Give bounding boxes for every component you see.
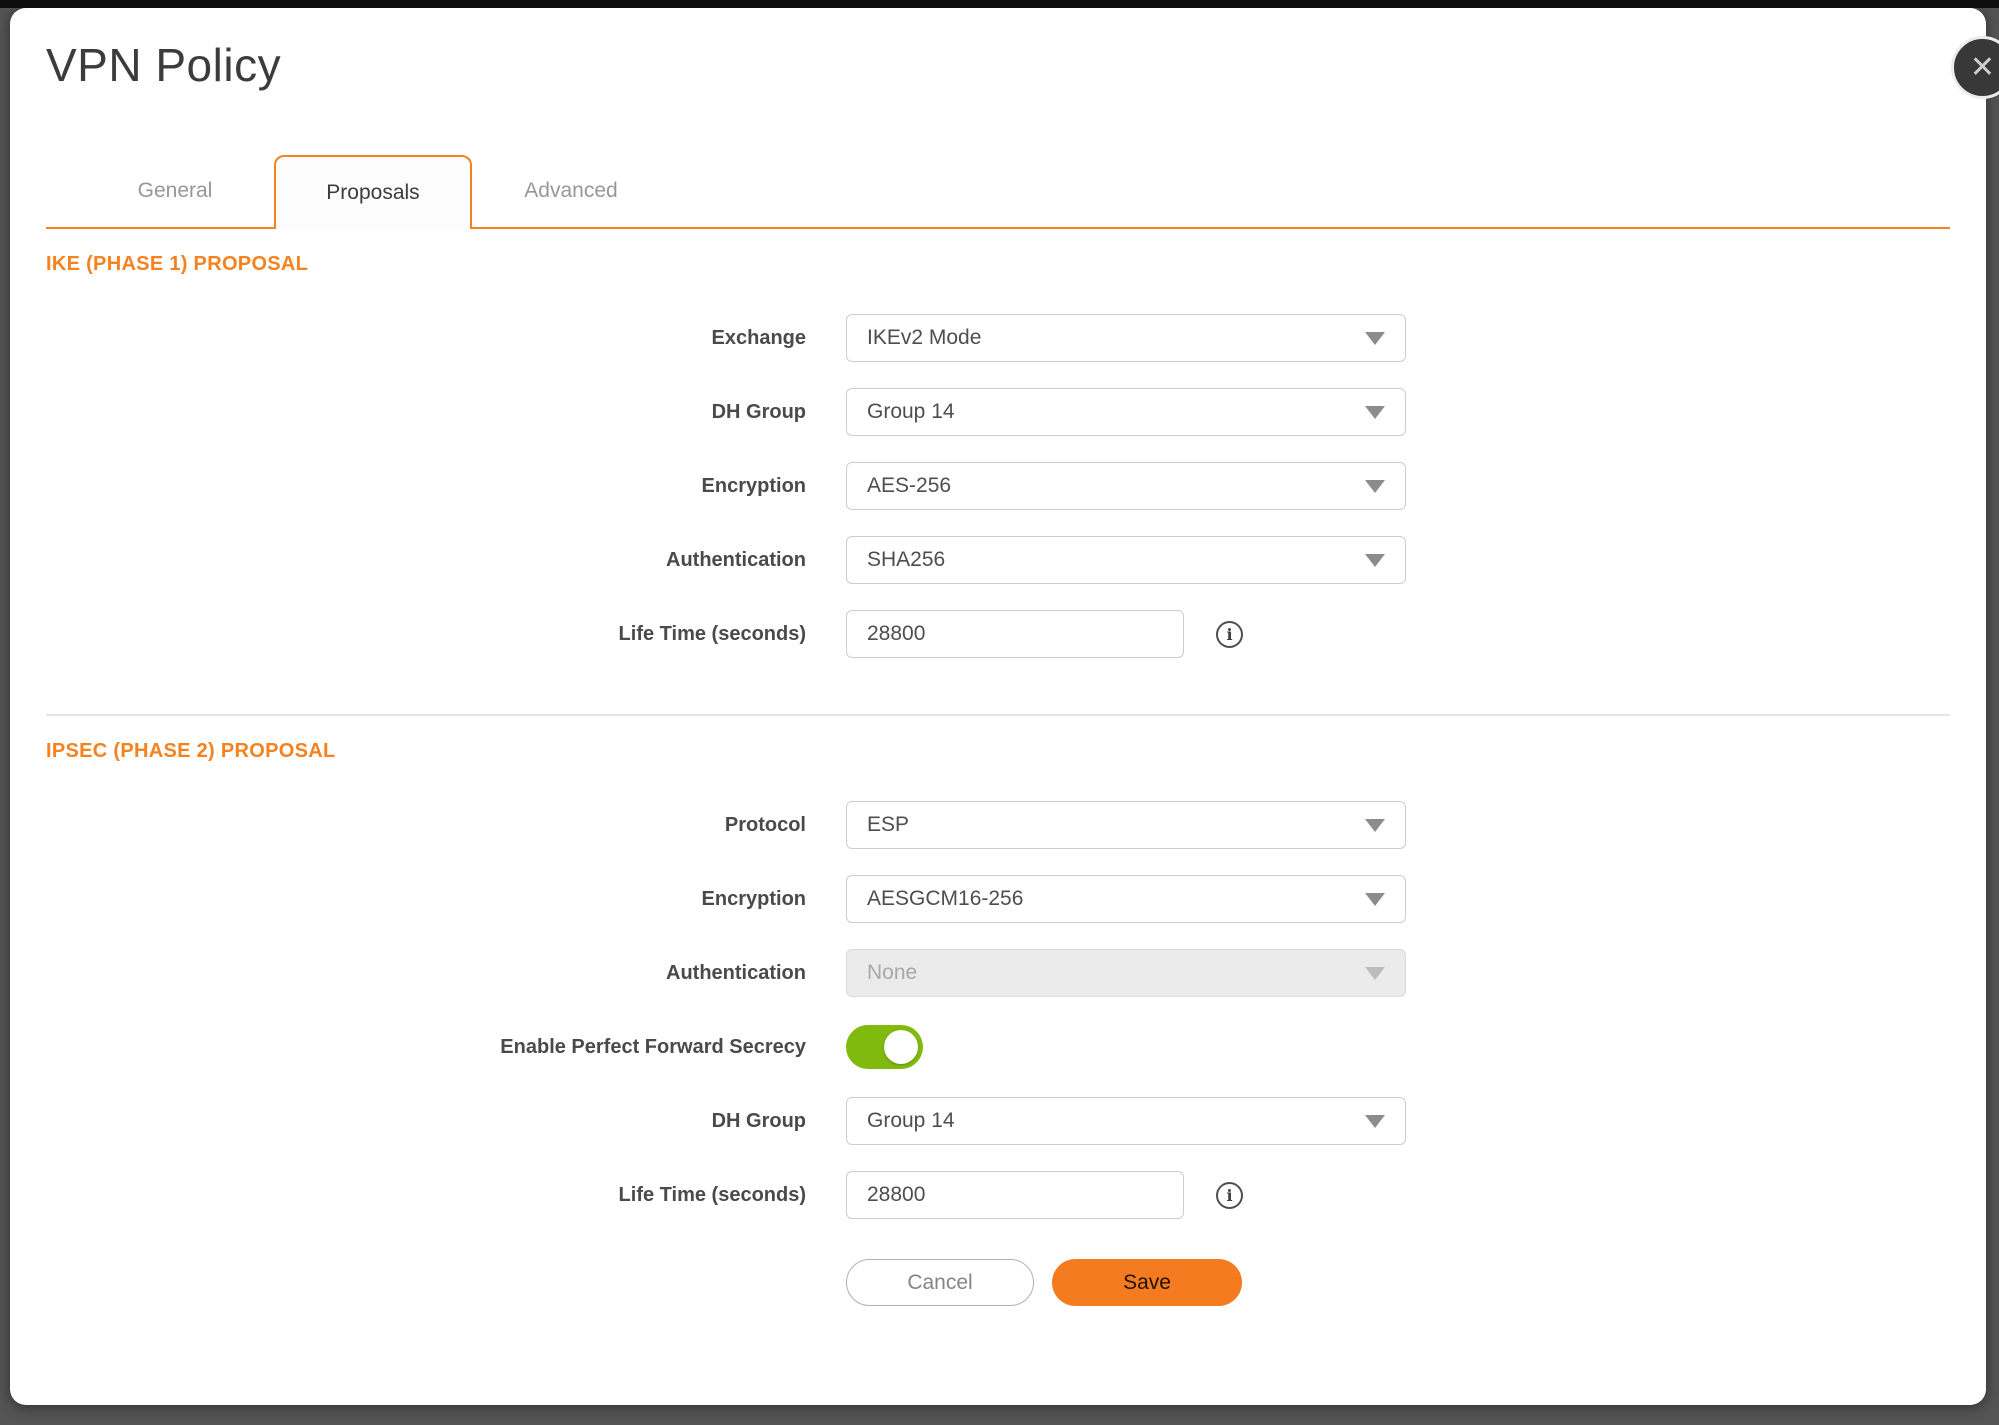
encryption-dropdown[interactable]: AES-256 (846, 462, 1406, 510)
section-rows: Protocol ESP Encryption AESGCM16-256 Aut… (46, 801, 1950, 1219)
dialog-title: VPN Policy (46, 38, 1950, 93)
form-row: Life Time (seconds) i (46, 1171, 1950, 1219)
life-time-seconds-input[interactable] (846, 1171, 1184, 1219)
enable-perfect-forward-secrecy-toggle[interactable] (846, 1025, 923, 1069)
save-button[interactable]: Save (1052, 1259, 1242, 1306)
chevron-down-icon (1365, 1115, 1385, 1128)
dropdown-value: AESGCM16-256 (867, 887, 1365, 911)
field-label: DH Group (46, 1110, 846, 1133)
toggle-knob (884, 1030, 918, 1064)
page-top-strip (0, 0, 1999, 8)
form-row: DH Group Group 14 (46, 388, 1950, 436)
cancel-button[interactable]: Cancel (846, 1259, 1034, 1306)
field-label: DH Group (46, 401, 846, 424)
field-label: Exchange (46, 327, 846, 350)
chevron-down-icon (1365, 480, 1385, 493)
protocol-dropdown[interactable]: ESP (846, 801, 1406, 849)
vpn-policy-dialog: VPN Policy General Proposals Advanced IK… (10, 8, 1986, 1405)
dh-group-dropdown[interactable]: Group 14 (846, 1097, 1406, 1145)
form-row: Enable Perfect Forward Secrecy (46, 1023, 1950, 1071)
authentication-dropdown[interactable]: SHA256 (846, 536, 1406, 584)
exchange-dropdown[interactable]: IKEv2 Mode (846, 314, 1406, 362)
field-label: Life Time (seconds) (46, 623, 846, 646)
section-divider (46, 714, 1950, 716)
tab-general[interactable]: General (76, 155, 274, 227)
tab-advanced[interactable]: Advanced (472, 155, 670, 227)
info-icon[interactable]: i (1216, 1182, 1243, 1209)
dh-group-dropdown[interactable]: Group 14 (846, 388, 1406, 436)
form-row: Authentication SHA256 (46, 536, 1950, 584)
action-button-row: Cancel Save (846, 1259, 1950, 1306)
dropdown-value: Group 14 (867, 1109, 1365, 1133)
authentication-dropdown: None (846, 949, 1406, 997)
form-sections: IKE (PHASE 1) PROPOSAL Exchange IKEv2 Mo… (46, 253, 1950, 1219)
form-row: Protocol ESP (46, 801, 1950, 849)
dropdown-value: Group 14 (867, 400, 1365, 424)
dropdown-value: ESP (867, 813, 1365, 837)
dropdown-value: AES-256 (867, 474, 1365, 498)
form-row: Life Time (seconds) i (46, 610, 1950, 658)
form-row: Encryption AESGCM16-256 (46, 875, 1950, 923)
field-label: Protocol (46, 814, 846, 837)
section-heading: IKE (PHASE 1) PROPOSAL (46, 253, 1950, 276)
dropdown-value: None (867, 961, 1365, 985)
section-heading: IPSEC (PHASE 2) PROPOSAL (46, 740, 1950, 763)
field-label: Authentication (46, 962, 846, 985)
chevron-down-icon (1365, 967, 1385, 980)
life-time-seconds-input[interactable] (846, 610, 1184, 658)
section-rows: Exchange IKEv2 Mode DH Group Group 14 En… (46, 314, 1950, 658)
close-icon: ✕ (1970, 53, 1995, 83)
chevron-down-icon (1365, 406, 1385, 419)
form-row: Authentication None (46, 949, 1950, 997)
form-row: Exchange IKEv2 Mode (46, 314, 1950, 362)
dropdown-value: IKEv2 Mode (867, 326, 1365, 350)
chevron-down-icon (1365, 893, 1385, 906)
dropdown-value: SHA256 (867, 548, 1365, 572)
form-row: DH Group Group 14 (46, 1097, 1950, 1145)
tab-bar: General Proposals Advanced (46, 155, 1950, 229)
info-icon[interactable]: i (1216, 621, 1243, 648)
encryption-dropdown[interactable]: AESGCM16-256 (846, 875, 1406, 923)
chevron-down-icon (1365, 332, 1385, 345)
field-label: Encryption (46, 475, 846, 498)
tab-proposals[interactable]: Proposals (274, 155, 472, 229)
field-label: Encryption (46, 888, 846, 911)
field-label: Authentication (46, 549, 846, 572)
chevron-down-icon (1365, 819, 1385, 832)
field-label: Enable Perfect Forward Secrecy (46, 1036, 846, 1059)
chevron-down-icon (1365, 554, 1385, 567)
field-label: Life Time (seconds) (46, 1184, 846, 1207)
form-row: Encryption AES-256 (46, 462, 1950, 510)
